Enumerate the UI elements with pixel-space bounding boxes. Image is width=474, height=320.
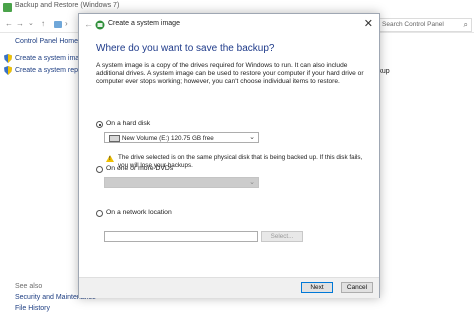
up-arrow-icon[interactable]: ↑ [41,19,45,28]
network-location-input[interactable] [104,231,258,242]
back-arrow-icon[interactable]: ← [84,19,93,29]
dialog-footer: Next Cancel [79,277,379,298]
control-panel-home-link[interactable]: Control Panel Home [15,38,78,45]
backup-app-icon [3,3,12,12]
back-arrow-icon[interactable]: ← [5,19,13,28]
hard-disk-selected-value: New Volume (E:) 120.75 GB free [122,134,214,142]
create-system-image-dialog: ← Create a system image ✕ Where do you w… [78,13,380,298]
forward-arrow-icon[interactable]: → [16,19,24,28]
search-icon: ⌕ [463,20,468,29]
create-system-image-link[interactable]: Create a system image [15,55,87,62]
hard-disk-label[interactable]: On a hard disk [106,120,150,127]
recent-dropdown-icon[interactable]: ⌄ [28,19,34,28]
window-title: Backup and Restore (Windows 7) [15,2,120,9]
file-history-link[interactable]: File History [15,305,50,312]
dvd-label[interactable]: On one or more DVDs [106,165,173,172]
chevron-down-icon: ⌄ [249,179,255,186]
shield-icon [4,54,12,63]
see-also-heading: See also [15,283,43,290]
close-icon[interactable]: ✕ [364,17,373,30]
dvd-radio[interactable] [96,166,103,173]
dialog-title: Create a system image [108,20,180,27]
search-placeholder: Search Control Panel [382,21,444,28]
cancel-button[interactable]: Cancel [341,282,373,293]
warning-exclamation: ! [109,156,111,162]
dialog-titlebar: ← Create a system image ✕ [79,14,379,36]
search-box[interactable]: Search Control Panel ⌕ [376,18,472,32]
dialog-heading: Where do you want to save the backup? [96,43,275,54]
breadcrumb-separator: › [65,19,68,28]
chevron-down-icon: ⌄ [249,134,255,141]
dialog-description: A system image is a copy of the drives r… [96,62,364,86]
network-label[interactable]: On a network location [106,209,172,216]
shield-icon [4,66,12,75]
backup-app-icon [95,20,105,30]
network-radio[interactable] [96,210,103,217]
select-location-button[interactable]: Select... [261,231,303,242]
dvd-dropdown: ⌄ [104,177,259,188]
next-button[interactable]: Next [301,282,333,293]
hard-disk-radio[interactable] [96,121,103,128]
control-panel-icon [54,21,62,28]
hard-disk-dropdown[interactable]: New Volume (E:) 120.75 GB free ⌄ [104,132,259,143]
drive-icon [109,135,120,142]
